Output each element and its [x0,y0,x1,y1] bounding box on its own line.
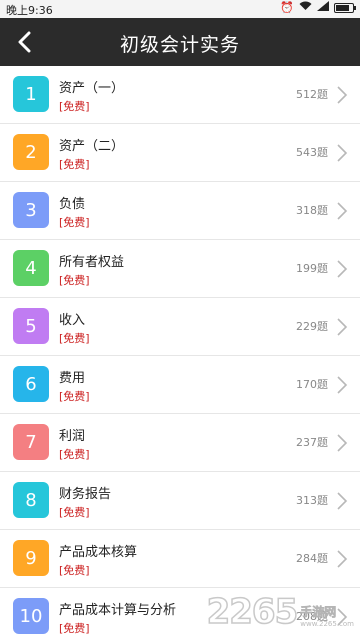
chapter-row[interactable]: 1 资产（一） [免费] 512题 [0,66,360,124]
chapter-number-badge: 3 [13,192,49,228]
chapter-row[interactable]: 3 负债 [免费] 318题 [0,182,360,240]
chapter-name: 费用 [59,371,86,386]
chevron-right-icon [337,86,348,104]
chevron-right-icon [337,492,348,510]
chevron-right-icon [337,550,348,568]
chapter-name: 收入 [59,313,86,328]
chapter-row[interactable]: 7 利润 [免费] 237题 [0,414,360,472]
chapter-number-badge: 5 [13,308,49,344]
chapter-number-badge: 1 [13,76,49,112]
chapter-number-badge: 2 [13,134,49,170]
chapter-name: 所有者权益 [59,255,125,270]
chapter-number-badge: 8 [13,482,49,518]
chapter-row[interactable]: 2 资产（二） [免费] 543题 [0,124,360,182]
chapter-number-badge: 10 [13,598,49,634]
page-title: 初级会计实务 [119,34,240,56]
chapter-list: 1 资产（一） [免费] 512题 2 资产（二） [免费] 543题 3 负债… [0,66,360,640]
chapter-name: 产品成本核算 [59,545,138,560]
question-count: 512题 [296,88,328,101]
watermark-site: 手游网 [300,605,337,620]
chapter-name: 资产（二） [59,139,125,154]
chevron-right-icon [337,202,348,220]
chapter-name: 财务报告 [59,487,112,502]
chapter-row[interactable]: 8 财务报告 [免费] 313题 [0,472,360,530]
alarm-icon: ⏰ [280,1,294,14]
chevron-right-icon [337,434,348,452]
chapter-row[interactable]: 4 所有者权益 [免费] 199题 [0,240,360,298]
status-bar: 晚上9:36 ⏰ [0,0,360,18]
chapter-name: 负债 [59,197,86,212]
question-count: 543题 [296,146,328,159]
chapter-row[interactable]: 5 收入 [免费] 229题 [0,298,360,356]
question-count: 313题 [296,494,328,507]
free-tag: [免费] [59,332,90,345]
chevron-right-icon [337,376,348,394]
free-tag: [免费] [59,564,90,577]
watermark-side: 手游网 www.2265.com [300,603,354,628]
free-tag: [免费] [59,158,90,171]
wifi-icon [299,1,312,14]
question-count: 237题 [296,436,328,449]
question-count: 170题 [296,378,328,391]
chapter-name: 产品成本计算与分析 [59,603,177,618]
chapter-number-badge: 7 [13,424,49,460]
status-time: 晚上9:36 [6,4,53,17]
watermark-number: 2265 [206,591,299,633]
chapter-name: 利润 [59,429,86,444]
chevron-right-icon [337,318,348,336]
question-count: 284题 [296,552,328,565]
watermark-url: www.2265.com [300,620,354,628]
watermark: 2265 手游网 www.2265.com [206,591,354,633]
chapter-row[interactable]: 6 费用 [免费] 170题 [0,356,360,414]
battery-icon [334,2,356,13]
chevron-right-icon [337,260,348,278]
signal-icon [317,1,329,14]
free-tag: [免费] [59,100,90,113]
status-icons: ⏰ [280,1,356,14]
chapter-name: 资产（一） [59,81,125,96]
chapter-number-badge: 6 [13,366,49,402]
question-count: 199题 [296,262,328,275]
chapter-row[interactable]: 9 产品成本核算 [免费] 284题 [0,530,360,588]
chapter-number-badge: 4 [13,250,49,286]
free-tag: [免费] [59,506,90,519]
question-count: 229题 [296,320,328,333]
chevron-right-icon [337,144,348,162]
free-tag: [免费] [59,390,90,403]
app-bar: 初级会计实务 [0,18,360,66]
question-count: 318题 [296,204,328,217]
free-tag: [免费] [59,274,90,287]
chapter-number-badge: 9 [13,540,49,576]
free-tag: [免费] [59,216,90,229]
free-tag: [免费] [59,448,90,461]
free-tag: [免费] [59,622,90,635]
